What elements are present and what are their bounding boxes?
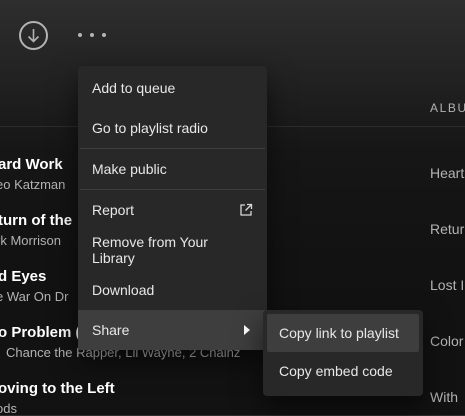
menu-item-label: Add to queue bbox=[92, 80, 176, 96]
track-artist[interactable]: e War On Dr bbox=[0, 289, 68, 304]
caret-right-icon bbox=[244, 325, 250, 335]
track-title[interactable]: oving to the Left bbox=[0, 380, 115, 397]
menu-item-label: Share bbox=[92, 322, 130, 338]
submenu-item-copy-embed[interactable]: Copy embed code bbox=[267, 352, 419, 390]
menu-item-label: Remove from Your Library bbox=[92, 234, 208, 266]
menu-item-remove-from-library[interactable]: Remove from Your Library bbox=[78, 230, 267, 270]
track-title[interactable]: d Eyes bbox=[0, 268, 46, 285]
track-album[interactable]: Heart bbox=[430, 165, 464, 181]
menu-item-playlist-radio[interactable]: Go to playlist radio bbox=[78, 108, 267, 148]
download-arrow-icon bbox=[27, 29, 40, 43]
track-album[interactable]: Color bbox=[430, 333, 463, 349]
menu-item-make-public[interactable]: Make public bbox=[78, 149, 267, 189]
menu-item-report[interactable]: Report bbox=[78, 190, 267, 230]
menu-item-label: Download bbox=[92, 282, 155, 298]
menu-item-add-to-queue[interactable]: Add to queue bbox=[78, 68, 267, 108]
share-submenu: Copy link to playlist Copy embed code bbox=[263, 310, 423, 396]
submenu-item-copy-link[interactable]: Copy link to playlist bbox=[267, 314, 419, 352]
track-album[interactable]: Lost I bbox=[430, 277, 464, 293]
playlist-context-menu: Add to queue Go to playlist radio Make p… bbox=[78, 66, 267, 350]
track-artist[interactable]: rk Morrison bbox=[0, 233, 61, 248]
track-title[interactable]: o Problem ( bbox=[0, 324, 81, 341]
track-title[interactable]: ard Work bbox=[0, 156, 63, 173]
submenu-item-label: Copy link to playlist bbox=[279, 325, 399, 341]
menu-item-share[interactable]: Share bbox=[78, 310, 267, 350]
submenu-item-label: Copy embed code bbox=[279, 363, 393, 379]
track-album[interactable]: With bbox=[430, 389, 458, 405]
menu-item-label: Go to playlist radio bbox=[92, 120, 208, 136]
dot bbox=[78, 33, 82, 37]
download-button[interactable] bbox=[19, 21, 48, 50]
album-column-header[interactable]: ALBUM bbox=[430, 101, 465, 115]
external-link-icon bbox=[240, 203, 253, 216]
track-artist[interactable]: eo Katzman bbox=[0, 177, 65, 192]
menu-item-label: Report bbox=[92, 202, 135, 218]
track-album[interactable]: Retur bbox=[430, 221, 464, 237]
menu-item-label: Make public bbox=[92, 161, 167, 177]
menu-item-download[interactable]: Download bbox=[78, 270, 267, 310]
track-artist[interactable]: ods bbox=[0, 401, 17, 416]
track-title[interactable]: turn of the bbox=[0, 212, 72, 229]
more-options-icon[interactable] bbox=[78, 28, 106, 42]
dot bbox=[90, 33, 94, 37]
dot bbox=[102, 33, 106, 37]
